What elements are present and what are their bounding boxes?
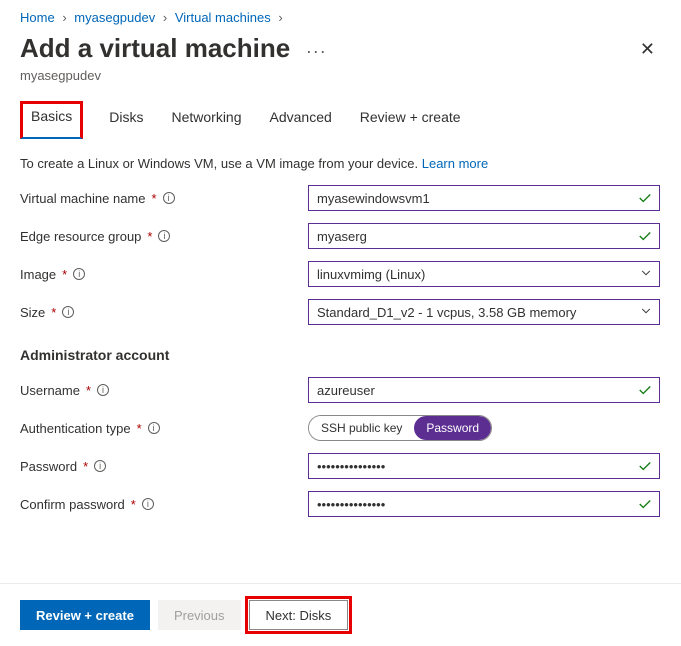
tab-networking[interactable]: Networking xyxy=(169,101,243,137)
edge-rg-label: Edge resource group xyxy=(20,229,141,244)
info-icon[interactable]: i xyxy=(148,422,160,434)
username-input[interactable] xyxy=(308,377,660,403)
page-title: Add a virtual machine xyxy=(20,33,290,63)
breadcrumb-sep: › xyxy=(163,10,167,25)
more-actions-icon[interactable]: ··· xyxy=(306,41,327,61)
password-label: Password xyxy=(20,459,77,474)
password-input[interactable] xyxy=(308,453,660,479)
required-icon: * xyxy=(131,497,136,512)
close-icon[interactable]: ✕ xyxy=(634,33,661,66)
required-icon: * xyxy=(147,229,152,244)
confirm-password-input[interactable] xyxy=(308,491,660,517)
info-icon[interactable]: i xyxy=(158,230,170,242)
breadcrumb-sep: › xyxy=(278,10,282,25)
tab-basics[interactable]: Basics xyxy=(20,101,83,139)
info-icon[interactable]: i xyxy=(163,192,175,204)
tab-disks[interactable]: Disks xyxy=(107,101,145,137)
required-icon: * xyxy=(152,191,157,206)
checkmark-icon xyxy=(638,383,652,397)
review-create-button[interactable]: Review + create xyxy=(20,600,150,630)
learn-more-link[interactable]: Learn more xyxy=(422,156,488,171)
info-icon[interactable]: i xyxy=(62,306,74,318)
required-icon: * xyxy=(83,459,88,474)
tabs-bar: Basics Disks Networking Advanced Review … xyxy=(0,101,681,138)
chevron-down-icon xyxy=(640,267,652,282)
auth-type-label: Authentication type xyxy=(20,421,131,436)
auth-ssh-option[interactable]: SSH public key xyxy=(309,416,414,440)
auth-type-toggle: SSH public key Password xyxy=(308,415,492,441)
breadcrumb-home[interactable]: Home xyxy=(20,10,55,25)
info-icon[interactable]: i xyxy=(73,268,85,280)
checkmark-icon xyxy=(638,191,652,205)
next-disks-button[interactable]: Next: Disks xyxy=(249,600,349,630)
vm-name-input[interactable] xyxy=(308,185,660,211)
chevron-down-icon xyxy=(640,305,652,320)
confirm-password-label: Confirm password xyxy=(20,497,125,512)
intro-text: To create a Linux or Windows VM, use a V… xyxy=(0,138,681,185)
breadcrumb-sep: › xyxy=(62,10,66,25)
username-label: Username xyxy=(20,383,80,398)
required-icon: * xyxy=(137,421,142,436)
checkmark-icon xyxy=(638,229,652,243)
size-label: Size xyxy=(20,305,45,320)
info-icon[interactable]: i xyxy=(97,384,109,396)
admin-account-heading: Administrator account xyxy=(0,337,681,377)
vm-name-label: Virtual machine name xyxy=(20,191,146,206)
previous-button[interactable]: Previous xyxy=(158,600,241,630)
info-icon[interactable]: i xyxy=(94,460,106,472)
info-icon[interactable]: i xyxy=(142,498,154,510)
image-label: Image xyxy=(20,267,56,282)
tab-advanced[interactable]: Advanced xyxy=(268,101,334,137)
required-icon: * xyxy=(86,383,91,398)
checkmark-icon xyxy=(638,459,652,473)
footer-bar: Review + create Previous Next: Disks xyxy=(0,583,681,646)
auth-password-option[interactable]: Password xyxy=(414,416,491,440)
breadcrumb-vms[interactable]: Virtual machines xyxy=(175,10,271,25)
edge-rg-input[interactable] xyxy=(308,223,660,249)
size-select[interactable]: Standard_D1_v2 - 1 vcpus, 3.58 GB memory xyxy=(308,299,660,325)
required-icon: * xyxy=(51,305,56,320)
image-select[interactable]: linuxvmimg (Linux) xyxy=(308,261,660,287)
page-subtitle: myasegpudev xyxy=(0,66,681,101)
tab-review-create[interactable]: Review + create xyxy=(358,101,463,137)
required-icon: * xyxy=(62,267,67,282)
breadcrumb: Home › myasegpudev › Virtual machines › xyxy=(0,0,681,29)
breadcrumb-resource[interactable]: myasegpudev xyxy=(74,10,155,25)
checkmark-icon xyxy=(638,497,652,511)
